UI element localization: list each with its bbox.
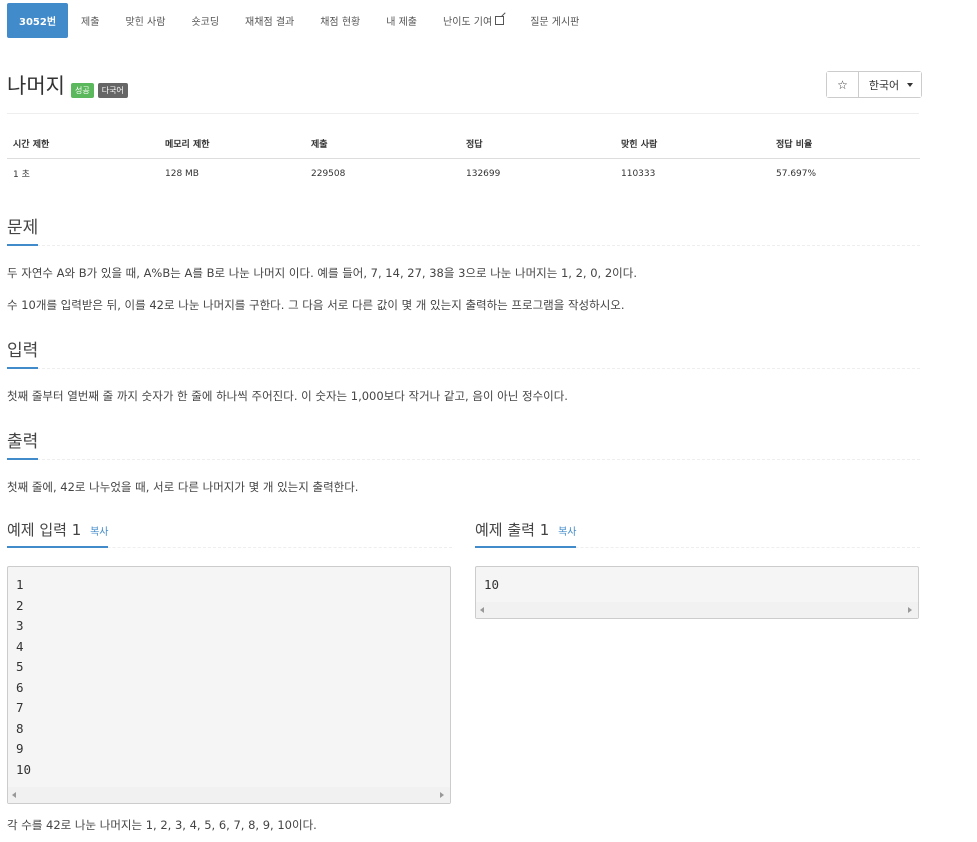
section-sample-output: 예제 출력 1 복사 [475,519,920,548]
page: 3052번 제출 맞힌 사람 숏코딩 재채점 결과 채점 현황 내 제출 난이도… [0,0,977,842]
tab-judge-status[interactable]: 채점 현황 [307,3,373,38]
input-description: 첫째 줄부터 열번째 줄 까지 숫자가 한 줄에 하나씩 주어진다. 이 숫자는… [7,389,568,403]
section-problem: 문제 [7,213,920,246]
section-title-sample-input: 예제 입력 1 복사 [7,519,109,548]
tab-my-submissions[interactable]: 내 제출 [373,3,430,38]
tab-difficulty-label: 난이도 기여 [443,17,493,28]
table-row: 1 초 128 MB 229508 132699 110333 57.697% [7,159,920,189]
horizontal-scrollbar[interactable] [476,602,918,618]
cell-solved-users: 110333 [621,168,656,179]
problem-header: 나머지 성공 다국어 [7,70,128,100]
section-title-input: 입력 [7,336,39,369]
cell-accepted: 132699 [466,168,501,179]
page-title: 나머지 [7,74,65,98]
section-title-sample-output: 예제 출력 1 복사 [475,519,577,548]
title-actions: ☆ 한국어 [826,71,922,98]
sample-output-title: 예제 출력 1 [475,521,550,539]
status-badge-multilang: 다국어 [97,82,128,98]
sample-output-content: 10 [484,577,500,592]
tab-submit[interactable]: 제출 [68,3,112,38]
sample-hint: 각 수를 42로 나눈 나머지는 1, 2, 3, 4, 5, 6, 7, 8,… [7,818,317,832]
header-solved-users: 맞힌 사람 [615,131,770,159]
section-title-output: 출력 [7,427,39,460]
copy-sample-output-link[interactable]: 복사 [558,527,576,538]
scroll-right-icon[interactable] [908,607,912,613]
header-accept-ratio: 정답 비율 [770,131,920,159]
scroll-right-icon[interactable] [440,792,444,798]
problem-nav: 3052번 제출 맞힌 사람 숏코딩 재채점 결과 채점 현황 내 제출 난이도… [7,3,592,38]
problem-info-table: 시간 제한 메모리 제한 제출 정답 맞힌 사람 정답 비율 1 초 128 M… [7,131,920,188]
horizontal-scrollbar[interactable] [8,787,450,803]
chevron-down-icon [907,82,914,87]
tab-difficulty-contribution[interactable]: 난이도 기여 [430,3,517,38]
scroll-left-icon[interactable] [12,792,16,798]
status-badge-success: 성공 [70,82,94,98]
external-link-icon [495,16,505,25]
section-title-problem: 문제 [7,213,39,246]
star-icon: ☆ [837,77,848,92]
language-label: 한국어 [868,78,900,92]
cell-accept-ratio: 57.697% [776,168,817,179]
problem-description-line-2: 수 10개를 입력받은 뒤, 이를 42로 나눈 나머지를 구한다. 그 다음 … [7,298,625,312]
sample-input-box[interactable]: 1 2 3 4 5 6 7 8 9 10 [7,566,451,804]
header-submissions: 제출 [305,131,460,159]
scroll-left-icon[interactable] [480,607,484,613]
section-sample-input: 예제 입력 1 복사 [7,519,452,548]
cell-memory-limit: 128 MB [165,168,199,179]
header-memory-limit: 메모리 제한 [159,131,305,159]
tab-rejudge-results[interactable]: 재채점 결과 [232,3,307,38]
tab-question-board[interactable]: 질문 게시판 [517,3,592,38]
tab-short-coding[interactable]: 숏코딩 [178,3,232,38]
copy-sample-input-link[interactable]: 복사 [90,527,108,538]
language-dropdown[interactable]: 한국어 [859,72,921,97]
sample-input-content: 1 2 3 4 5 6 7 8 9 10 [16,577,32,777]
cell-submissions: 229508 [311,168,346,179]
header-accepted: 정답 [460,131,615,159]
star-button[interactable]: ☆ [827,72,859,97]
sample-input-title: 예제 입력 1 [7,521,82,539]
problem-description-line-1: 두 자연수 A와 B가 있을 때, A%B는 A를 B로 나눈 나머지 이다. … [7,266,638,280]
header-time-limit: 시간 제한 [7,131,159,159]
table-header-row: 시간 제한 메모리 제한 제출 정답 맞힌 사람 정답 비율 [7,131,920,159]
tab-solved-users[interactable]: 맞힌 사람 [112,3,178,38]
tab-problem-number[interactable]: 3052번 [7,3,69,38]
divider [7,113,919,114]
section-input: 입력 [7,336,920,369]
section-output: 출력 [7,427,920,460]
output-description: 첫째 줄에, 42로 나누었을 때, 서로 다른 나머지가 몇 개 있는지 출력… [7,480,359,494]
sample-output-box[interactable]: 10 [475,566,919,619]
cell-time-limit: 1 초 [13,170,30,180]
